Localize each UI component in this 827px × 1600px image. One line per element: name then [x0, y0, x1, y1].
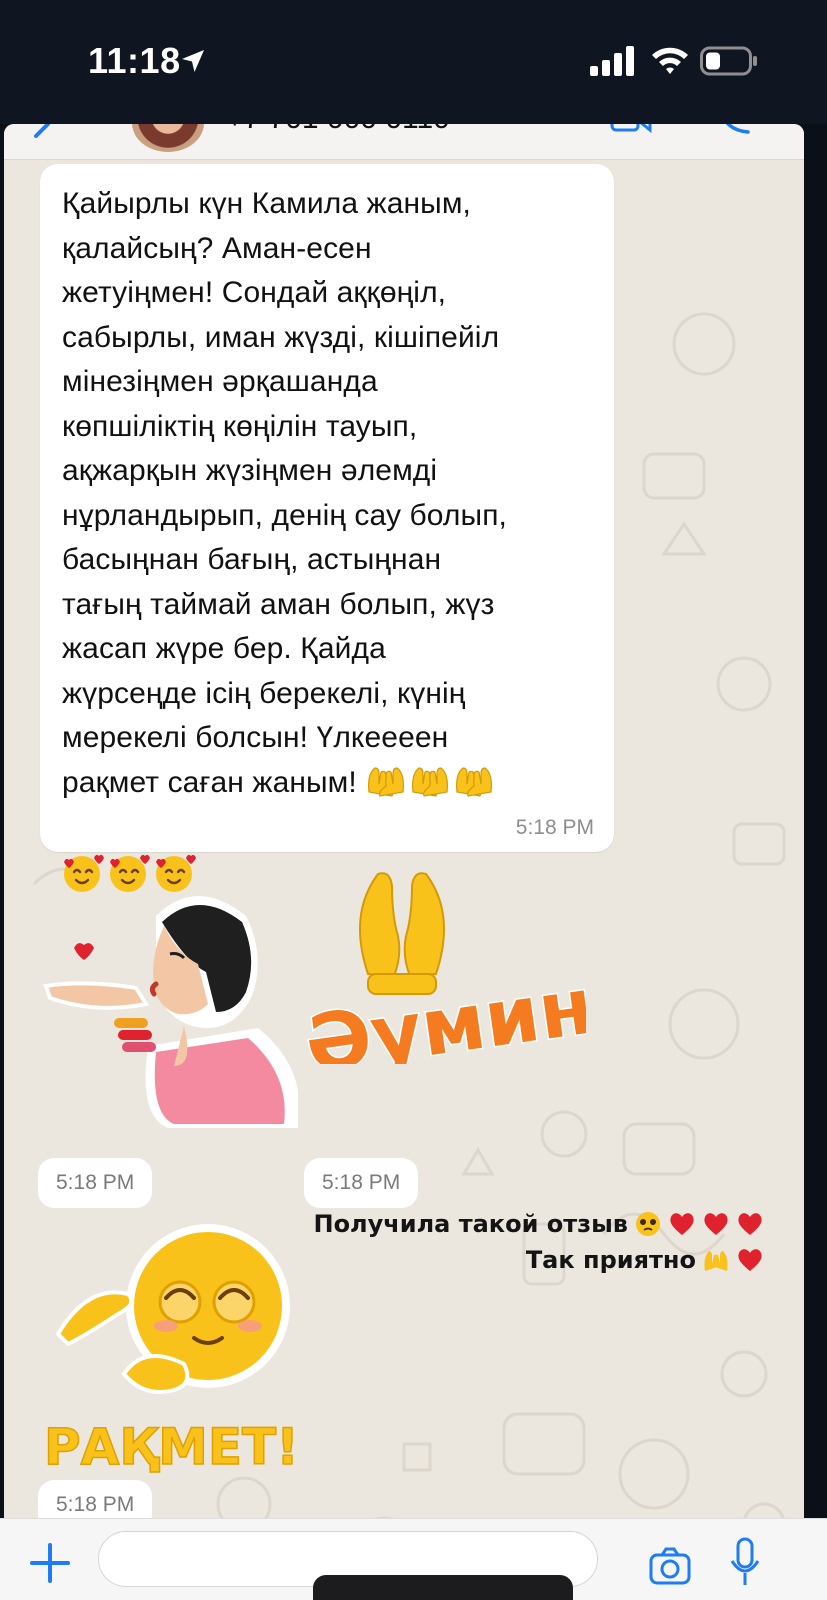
chat-header: +7 701 000 0110 — [4, 124, 804, 160]
back-chevron-icon[interactable] — [26, 124, 52, 140]
red-heart-icon — [670, 1213, 694, 1235]
message-input-bar — [0, 1518, 827, 1600]
story-caption: Получила такой отзыв Так приятно — [313, 1206, 764, 1278]
pleading-face-emoji-icon — [636, 1212, 660, 1236]
red-heart-icon — [738, 1213, 762, 1235]
contact-name[interactable]: +7 701 000 0110 — [226, 124, 450, 136]
message-body: Қайырлы күн Камила жаным, қалайсың? Аман… — [62, 187, 507, 799]
raising-hands-emoji-icon — [704, 1251, 728, 1271]
red-heart-icon — [738, 1249, 762, 1271]
blowing-kiss-sticker[interactable] — [38, 866, 298, 1136]
caption-text-1: Получила такой отзыв — [313, 1210, 628, 1238]
microphone-icon[interactable] — [730, 1537, 760, 1587]
caption-line-2: Так приятно — [313, 1242, 764, 1278]
location-arrow-icon — [182, 50, 204, 72]
aumin-sticker-text: Әумин — [300, 961, 586, 1064]
rakmet-sticker[interactable]: РАҚМЕТ! — [38, 1214, 308, 1474]
phone-icon[interactable] — [718, 124, 754, 134]
camera-icon[interactable] — [648, 1543, 692, 1587]
plus-icon[interactable] — [28, 1541, 72, 1585]
message-bubble[interactable]: Қайырлы күн Камила жаным, қалайсың? Аман… — [40, 164, 614, 892]
aumin-sticker[interactable]: Әумин — [296, 864, 586, 1064]
rakmet-sticker-text: РАҚМЕТ! — [44, 1418, 299, 1474]
sticker-timestamp: 5:18 PM — [38, 1158, 153, 1208]
message-text: Қайырлы күн Камила жаным, қалайсың? Аман… — [62, 182, 592, 983]
status-time: 11:18 — [88, 40, 181, 81]
home-indicator — [313, 1575, 573, 1600]
signal-icon — [590, 46, 634, 76]
red-heart-icon — [704, 1213, 728, 1235]
sticker-timestamp: 5:18 PM — [304, 1158, 419, 1208]
caption-text-2: Так приятно — [525, 1246, 696, 1274]
message-timestamp: 5:18 PM — [515, 816, 594, 839]
video-call-icon[interactable] — [610, 124, 652, 134]
caption-line-1: Получила такой отзыв — [313, 1206, 764, 1242]
wifi-icon — [652, 47, 688, 74]
battery-icon — [700, 46, 757, 76]
status-bar: 11:18 — [0, 0, 827, 124]
chat-area[interactable]: +7 701 000 0110 Қайырлы күн Камила жаным… — [4, 124, 804, 1600]
contact-avatar[interactable] — [132, 124, 204, 152]
raising-hands-emoji-icon — [368, 766, 493, 797]
